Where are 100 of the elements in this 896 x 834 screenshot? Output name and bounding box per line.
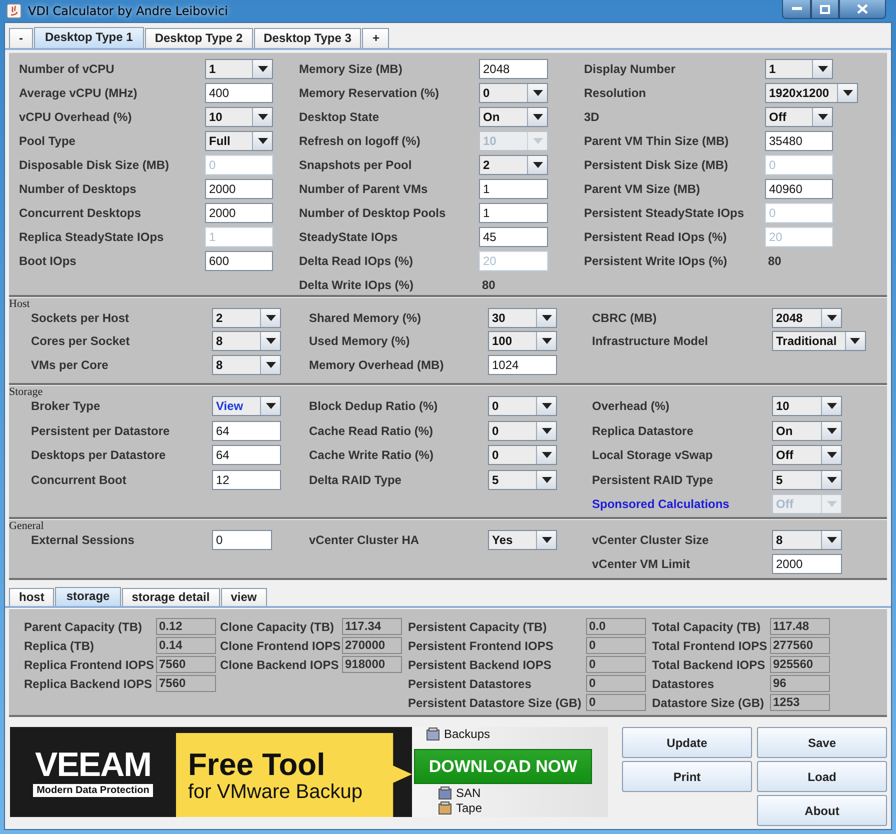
dropdown[interactable]: 2048: [772, 308, 842, 328]
action-button[interactable]: Update: [622, 727, 752, 758]
dropdown[interactable]: 1: [205, 59, 273, 79]
result-label: Replica Backend IOPS: [24, 676, 154, 690]
field-label: Sponsored Calculations: [592, 497, 730, 512]
input-field[interactable]: 40960: [765, 179, 833, 199]
dropdown[interactable]: Off: [772, 445, 842, 466]
tab[interactable]: view: [220, 588, 267, 606]
input-field[interactable]: 0: [212, 530, 272, 550]
field-label: Sockets per Host: [31, 310, 130, 325]
field-label: Replica Datastore: [592, 424, 694, 438]
dropdown[interactable]: Traditional: [772, 331, 866, 352]
dropdown[interactable]: View: [212, 396, 281, 416]
dropdown[interactable]: 8: [212, 354, 281, 375]
field-label: Memory Reservation (%): [299, 86, 440, 100]
input-field[interactable]: 64: [212, 445, 281, 466]
download-button[interactable]: DOWNLOAD NOW: [414, 749, 592, 784]
minimize-button[interactable]: [782, 0, 811, 19]
dropdown[interactable]: 5: [772, 470, 842, 490]
maximize-icon: [820, 4, 830, 14]
field-label: Memory Overhead (MB): [309, 358, 444, 372]
result-value: 1253: [770, 694, 830, 711]
input-field[interactable]: 2000: [772, 554, 842, 574]
dropdown[interactable]: 0: [479, 83, 548, 103]
input-field[interactable]: 2048: [479, 59, 548, 79]
field-label: Boot IOps: [19, 254, 76, 268]
field-label: Persistent SteadyState IOps: [584, 206, 744, 220]
dropdown[interactable]: Yes: [488, 530, 557, 550]
result-value: 0.12: [156, 618, 216, 635]
field-label: Number of vCPU: [19, 62, 114, 76]
dropdown[interactable]: 1: [765, 59, 833, 79]
window-title: VDI Calculator by Andre Leibovici: [28, 4, 228, 18]
dropdown[interactable]: 8: [772, 530, 842, 550]
tab[interactable]: Desktop Type 1: [34, 27, 144, 48]
dropdown[interactable]: 0: [488, 445, 557, 466]
caret-icon: [542, 476, 552, 483]
close-icon: [857, 4, 868, 14]
dropdown[interactable]: 30: [488, 308, 557, 328]
tab[interactable]: Desktop Type 3: [254, 28, 362, 48]
dropdown[interactable]: Full: [205, 131, 273, 151]
caret-icon: [826, 314, 836, 321]
action-button[interactable]: Print: [622, 761, 752, 792]
input-field[interactable]: 64: [212, 420, 281, 441]
result-value: 925560: [770, 656, 830, 673]
input-field[interactable]: 600: [205, 251, 273, 271]
action-button[interactable]: About: [757, 795, 887, 826]
tab[interactable]: Desktop Type 2: [144, 28, 253, 48]
action-button[interactable]: Save: [757, 727, 887, 758]
caret-icon: [826, 428, 836, 434]
result-label: Persistent Frontend IOPS: [408, 638, 554, 652]
maximize-button[interactable]: [811, 0, 839, 19]
input-field[interactable]: 1: [479, 203, 548, 223]
result-label: Datastore Size (GB): [652, 696, 766, 710]
dropdown[interactable]: 1920x1200: [765, 83, 858, 103]
result-value: 0: [586, 694, 646, 711]
tab[interactable]: storage detail: [122, 588, 220, 606]
field-label: Persistent per Datastore: [31, 424, 170, 438]
dropdown[interactable]: 2: [212, 308, 281, 328]
input-field[interactable]: 1: [479, 179, 548, 199]
dropdown[interactable]: 0: [488, 420, 557, 441]
tab[interactable]: host: [9, 588, 54, 606]
input-field[interactable]: 2000: [205, 203, 273, 223]
field-label: CBRC (MB): [592, 310, 657, 325]
close-button[interactable]: [839, 0, 886, 19]
field-label: Concurrent Boot: [31, 472, 126, 487]
dropdown[interactable]: 2: [479, 155, 548, 175]
dropdown[interactable]: 100: [488, 331, 557, 352]
value-text: 80: [481, 278, 496, 292]
tab[interactable]: storage: [55, 587, 121, 606]
dropdown[interactable]: 10: [772, 396, 842, 416]
field-label: Broker Type: [31, 399, 100, 414]
caret-icon: [542, 338, 552, 344]
dropdown[interactable]: Off: [765, 107, 833, 127]
field-label: Cores per Socket: [31, 334, 130, 348]
field-label: vCenter Cluster Size: [592, 533, 709, 547]
input-field[interactable]: 45: [479, 227, 548, 247]
field-label: Concurrent Desktops: [19, 206, 142, 220]
input-field[interactable]: 2000: [205, 179, 273, 199]
dropdown[interactable]: 5: [488, 470, 557, 490]
input-field[interactable]: 12: [212, 470, 281, 490]
tree-item: Backups: [444, 727, 490, 741]
caret-icon: [818, 114, 828, 120]
result-value: 0: [586, 637, 646, 654]
caret-icon: [826, 537, 836, 543]
tab[interactable]: -: [9, 28, 33, 48]
input-field[interactable]: 1024: [488, 354, 557, 375]
field-label: Delta Read IOps (%): [299, 254, 414, 268]
tab[interactable]: +: [362, 28, 390, 48]
promo-headline: Free Tool: [188, 749, 326, 781]
dropdown[interactable]: 10: [205, 107, 273, 127]
dropdown[interactable]: On: [479, 107, 548, 127]
caret-icon: [266, 338, 276, 344]
action-button[interactable]: Load: [757, 761, 887, 792]
field-label: External Sessions: [31, 533, 134, 547]
input-field[interactable]: 35480: [765, 131, 833, 151]
dropdown[interactable]: 0: [488, 396, 557, 416]
field-label: Memory Size (MB): [299, 62, 402, 76]
input-field[interactable]: 400: [205, 83, 273, 103]
dropdown[interactable]: 8: [212, 331, 281, 352]
dropdown[interactable]: On: [772, 420, 842, 441]
